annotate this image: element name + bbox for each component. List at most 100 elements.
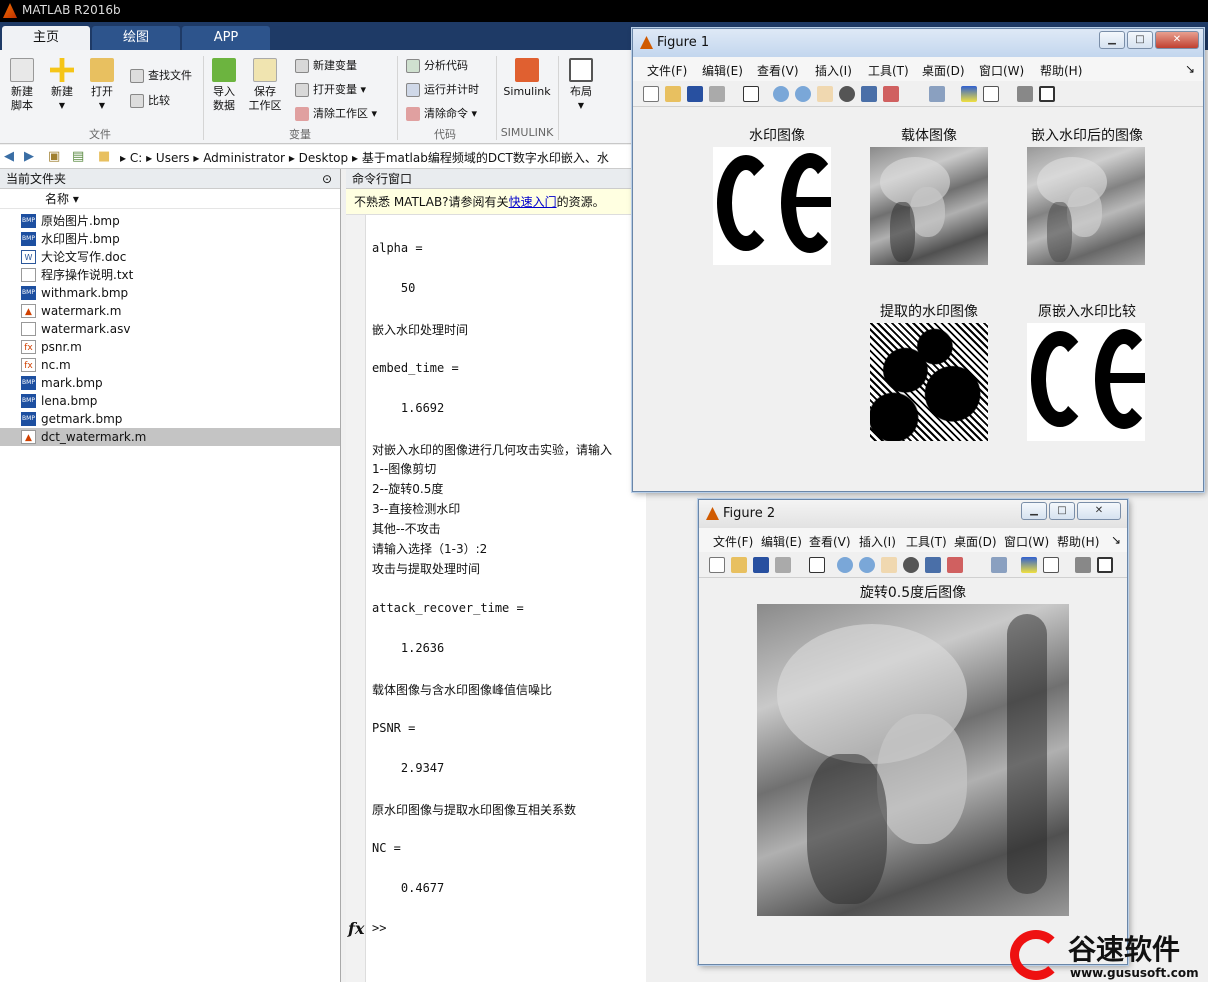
clear-workspace-button[interactable]: 清除工作区 ▾: [293, 104, 377, 124]
file-item[interactable]: fx psnr.m: [0, 338, 340, 356]
analyze-code-button[interactable]: 分析代码: [404, 56, 468, 76]
file-item[interactable]: 程序操作说明.txt: [0, 266, 340, 284]
close-button[interactable]: ✕: [1155, 31, 1199, 49]
new-button[interactable]: 新建 ▼: [46, 58, 78, 113]
file-item[interactable]: ▲ watermark.m: [0, 302, 340, 320]
menu-help[interactable]: 帮助(H): [1057, 533, 1099, 550]
new-figure-icon[interactable]: [709, 557, 725, 573]
panel-menu-icon[interactable]: ⊙: [322, 169, 332, 189]
maximize-button[interactable]: □: [1127, 31, 1153, 49]
figure2-title-bar[interactable]: Figure 2 ▁ □ ✕: [699, 500, 1127, 528]
run-and-time-button[interactable]: 运行并计时: [404, 80, 479, 100]
file-item[interactable]: BMP 水印图片.bmp: [0, 230, 340, 248]
layout-button[interactable]: 布局 ▼: [565, 58, 597, 113]
zoom-out-icon[interactable]: [795, 86, 811, 102]
figure1-title-bar[interactable]: Figure 1 ▁ □ ✕: [633, 29, 1203, 57]
menu-tools[interactable]: 工具(T): [906, 533, 947, 550]
menu-view[interactable]: 查看(V): [809, 533, 851, 550]
menu-edit[interactable]: 编辑(E): [761, 533, 802, 550]
rotate-icon[interactable]: [839, 86, 855, 102]
file-item[interactable]: BMP lena.bmp: [0, 392, 340, 410]
brush-icon[interactable]: [883, 86, 899, 102]
file-item[interactable]: fx nc.m: [0, 356, 340, 374]
close-button[interactable]: ✕: [1077, 502, 1121, 520]
data-cursor-icon[interactable]: [861, 86, 877, 102]
dock-arrow-icon[interactable]: ↘: [1111, 533, 1121, 547]
hide-plot-tools-icon[interactable]: [1075, 557, 1091, 573]
file-item[interactable]: BMP getmark.bmp: [0, 410, 340, 428]
save-icon[interactable]: [753, 557, 769, 573]
find-files-button[interactable]: 查找文件: [128, 66, 192, 86]
file-item-selected[interactable]: ▲ dct_watermark.m: [0, 428, 340, 446]
legend-icon[interactable]: [983, 86, 999, 102]
data-cursor-icon[interactable]: [925, 557, 941, 573]
minimize-button[interactable]: ▁: [1021, 502, 1047, 520]
figure1-window[interactable]: Figure 1 ▁ □ ✕ 文件(F) 编辑(E) 查看(V) 插入(I) 工…: [632, 28, 1204, 492]
colorbar-icon[interactable]: [961, 86, 977, 102]
zoom-in-icon[interactable]: [837, 557, 853, 573]
hide-plot-tools-icon[interactable]: [1017, 86, 1033, 102]
link-plot-icon[interactable]: [929, 86, 945, 102]
menu-file[interactable]: 文件(F): [647, 62, 687, 79]
forward-arrow-icon[interactable]: ▶: [24, 149, 34, 164]
address-bar[interactable]: ◀ ▶ ▣ ▤ ■ ▸ C: ▸ Users ▸ Administrator ▸…: [0, 145, 640, 169]
menu-view[interactable]: 查看(V): [757, 62, 799, 79]
menu-insert[interactable]: 插入(I): [815, 62, 852, 79]
menu-desktop[interactable]: 桌面(D): [922, 62, 965, 79]
command-prompt[interactable]: >>: [372, 921, 386, 935]
simulink-button[interactable]: Simulink: [502, 58, 552, 99]
dock-arrow-icon[interactable]: ↘: [1185, 62, 1195, 76]
menu-help[interactable]: 帮助(H): [1040, 62, 1082, 79]
file-item[interactable]: watermark.asv: [0, 320, 340, 338]
open-file-icon[interactable]: [665, 86, 681, 102]
tab-home[interactable]: 主页: [2, 26, 90, 50]
menu-edit[interactable]: 编辑(E): [702, 62, 743, 79]
command-window[interactable]: 命令行窗口 不熟悉 MATLAB?请参阅有关快速入门的资源。 alpha = 5…: [346, 169, 646, 982]
fx-icon[interactable]: fx: [348, 919, 364, 938]
zoom-out-icon[interactable]: [859, 557, 875, 573]
file-item[interactable]: BMP withmark.bmp: [0, 284, 340, 302]
import-data-button[interactable]: 导入 数据: [208, 58, 240, 113]
browse-icon[interactable]: ▤: [72, 149, 84, 164]
colorbar-icon[interactable]: [1021, 557, 1037, 573]
new-figure-icon[interactable]: [643, 86, 659, 102]
back-arrow-icon[interactable]: ◀: [4, 149, 14, 164]
file-item[interactable]: BMP 原始图片.bmp: [0, 212, 340, 230]
save-icon[interactable]: [687, 86, 703, 102]
file-item[interactable]: BMP mark.bmp: [0, 374, 340, 392]
zoom-in-icon[interactable]: [773, 86, 789, 102]
rotate-icon[interactable]: [903, 557, 919, 573]
pan-icon[interactable]: [881, 557, 897, 573]
up-folder-icon[interactable]: ▣: [48, 149, 60, 164]
pointer-icon[interactable]: [809, 557, 825, 573]
tab-apps[interactable]: APP: [182, 26, 270, 50]
open-button[interactable]: 打开 ▼: [86, 58, 118, 113]
tab-plots[interactable]: 绘图: [92, 26, 180, 50]
menu-window[interactable]: 窗口(W): [1004, 533, 1049, 550]
clear-commands-button[interactable]: 清除命令 ▾: [404, 104, 477, 124]
legend-icon[interactable]: [1043, 557, 1059, 573]
print-icon[interactable]: [709, 86, 725, 102]
open-file-icon[interactable]: [731, 557, 747, 573]
new-variable-button[interactable]: 新建变量: [293, 56, 357, 76]
menu-file[interactable]: 文件(F): [713, 533, 753, 550]
new-script-button[interactable]: 新建 脚本: [6, 58, 38, 113]
breadcrumb[interactable]: ▸ C: ▸ Users ▸ Administrator ▸ Desktop ▸…: [120, 149, 609, 166]
print-icon[interactable]: [775, 557, 791, 573]
open-variable-button[interactable]: 打开变量 ▾: [293, 80, 366, 100]
minimize-button[interactable]: ▁: [1099, 31, 1125, 49]
save-workspace-button[interactable]: 保存 工作区: [247, 58, 283, 113]
menu-window[interactable]: 窗口(W): [979, 62, 1024, 79]
show-plot-tools-icon[interactable]: [1097, 557, 1113, 573]
pan-icon[interactable]: [817, 86, 833, 102]
menu-insert[interactable]: 插入(I): [859, 533, 896, 550]
menu-tools[interactable]: 工具(T): [868, 62, 909, 79]
file-item[interactable]: W 大论文写作.doc: [0, 248, 340, 266]
maximize-button[interactable]: □: [1049, 502, 1075, 520]
link-plot-icon[interactable]: [991, 557, 1007, 573]
figure2-window[interactable]: Figure 2 ▁ □ ✕ 文件(F) 编辑(E) 查看(V) 插入(I) 工…: [698, 499, 1128, 965]
show-plot-tools-icon[interactable]: [1039, 86, 1055, 102]
brush-icon[interactable]: [947, 557, 963, 573]
pointer-icon[interactable]: [743, 86, 759, 102]
menu-desktop[interactable]: 桌面(D): [954, 533, 997, 550]
